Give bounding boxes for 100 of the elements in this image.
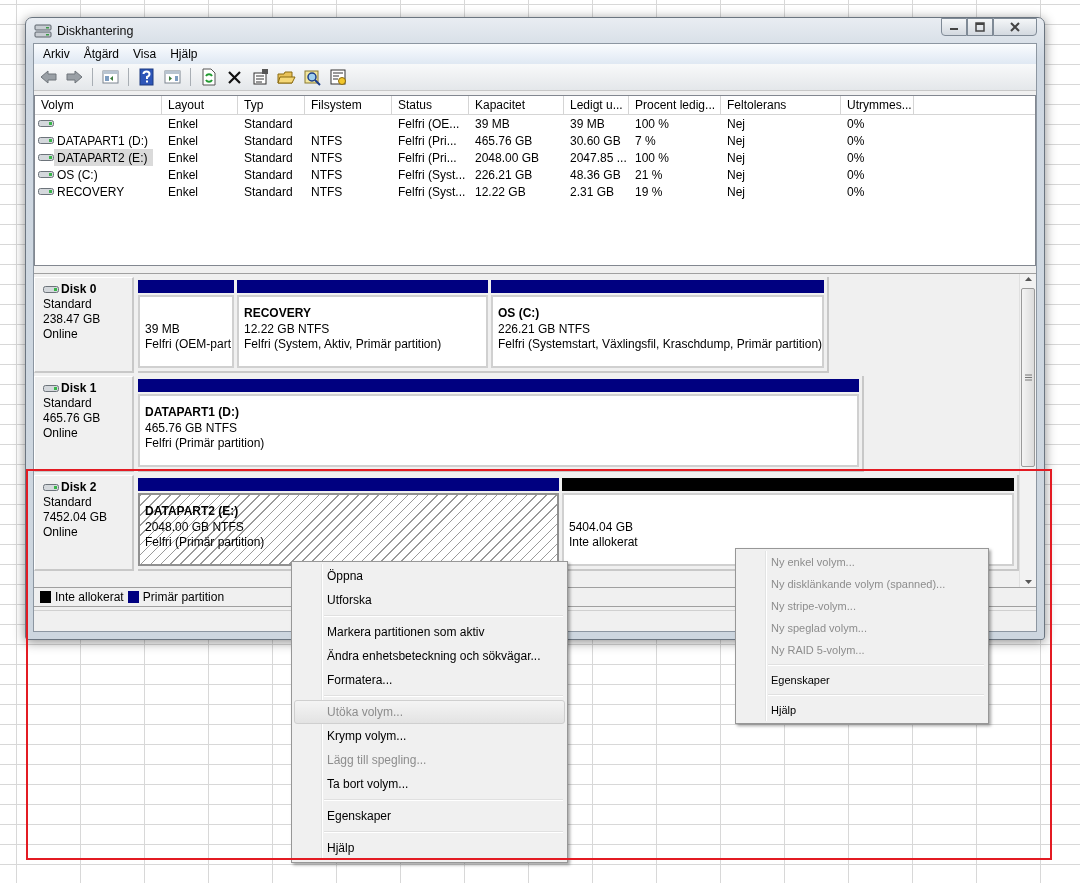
menu-item[interactable]: Formatera... <box>294 668 566 692</box>
folder-icon[interactable] <box>277 68 296 86</box>
menu-item[interactable]: Arkiv <box>36 47 77 61</box>
volume-name[interactable]: DATAPART2 (E:) <box>54 149 154 166</box>
menu-item[interactable]: Utforska <box>294 588 566 612</box>
disk-management-icon <box>34 22 52 39</box>
menu-item[interactable]: Visa <box>126 47 164 61</box>
close-button[interactable] <box>993 18 1037 36</box>
partition-block[interactable]: OS (C:) 226.21 GB NTFS Felfri (Systemstart, Växlingsfil, Kraschdump, Primär partition) <box>491 295 824 368</box>
table-cell-text: 226.21 GB <box>474 166 534 183</box>
minimize-button[interactable] <box>941 18 967 36</box>
menu-item[interactable]: Ta bort volym... <box>294 772 566 796</box>
table-cell-text: 0% <box>846 183 866 200</box>
table-cell-text: Felfri (Syst... <box>397 183 467 200</box>
table-cell-text: 48.36 GB <box>569 166 622 183</box>
disk-status: Online <box>43 525 79 540</box>
table-cell-text: 2048.00 GB <box>474 149 541 166</box>
table-cell-text: 100 % <box>634 149 671 166</box>
partition-name: OS (C:) <box>498 306 540 322</box>
partition-block[interactable]: DATAPART2 (E:) 2048.00 GB NTFS Felfri (Primär partition) <box>138 493 559 566</box>
drive-icon <box>38 118 54 129</box>
close-icon <box>1009 22 1021 32</box>
partition-size: 2048.00 GB NTFS <box>145 519 244 535</box>
table-cell-text: Enkel <box>167 166 200 183</box>
disk-type: Standard <box>43 495 93 510</box>
partition-name: DATAPART2 (E:) <box>145 504 239 520</box>
table-cell-text: Nej <box>726 115 746 132</box>
partition-size: 226.21 GB NTFS <box>498 321 591 337</box>
menu-item[interactable]: Åtgärd <box>76 47 127 61</box>
console-tree-icon[interactable] <box>101 68 120 86</box>
back-arrow-icon[interactable] <box>39 68 58 86</box>
table-cell-text: 7 % <box>634 132 657 149</box>
drive-icon <box>38 169 54 180</box>
action-pane-icon[interactable] <box>163 68 182 86</box>
partition-status: Felfri (System, Aktiv, Primär partition) <box>244 337 442 353</box>
disk-status: Online <box>43 327 79 342</box>
partition-block[interactable]: DATAPART1 (D:) 465.76 GB NTFS Felfri (Primär partition) <box>138 394 859 467</box>
forward-arrow-icon[interactable] <box>65 68 84 86</box>
disk-name: Disk 2 <box>61 480 97 495</box>
table-cell-text: 12.22 GB <box>474 183 527 200</box>
table-cell-text: 2047.85 ... <box>569 149 628 166</box>
partition-size: 39 MB <box>145 321 180 337</box>
table-cell-text: 21 % <box>634 166 664 183</box>
disk-size: 465.76 GB <box>43 411 102 426</box>
menu-item[interactable]: Markera partitionen som aktiv <box>294 620 566 644</box>
table-cell-text: Standard <box>243 132 294 149</box>
table-cell-text: Enkel <box>167 183 200 200</box>
disk-size: 7452.04 GB <box>43 510 109 525</box>
maximize-icon <box>974 22 986 32</box>
magnifier-icon[interactable] <box>303 68 322 86</box>
window-title: Diskhantering <box>57 23 134 38</box>
menu-item[interactable]: Hjälp <box>738 699 986 721</box>
table-cell-text: 465.76 GB <box>474 132 534 149</box>
table-cell-text: 0% <box>846 149 866 166</box>
menu-item[interactable]: Hjälp <box>294 836 566 860</box>
partition-size: 12.22 GB NTFS <box>244 321 330 337</box>
settings-icon[interactable] <box>329 68 348 86</box>
partition-status: Felfri (Primär partition) <box>145 535 265 551</box>
table-cell-text: Felfri (Pri... <box>397 149 458 166</box>
table-cell-text: Felfri (Pri... <box>397 132 458 149</box>
menu-item[interactable]: Krymp volym... <box>294 724 566 748</box>
disk-name: Disk 0 <box>61 282 97 297</box>
volume-name[interactable]: OS (C:) <box>54 166 104 183</box>
disk-type: Standard <box>43 297 93 312</box>
table-cell-text: Enkel <box>167 132 200 149</box>
menu-item[interactable]: Egenskaper <box>738 669 986 691</box>
partition-status: Felfri (OEM-part <box>145 337 231 353</box>
menu-item[interactable]: Egenskaper <box>294 804 566 828</box>
scrollbar-thumb[interactable] <box>1021 288 1035 467</box>
menu-item[interactable]: Hjälp <box>163 47 205 61</box>
grip-icon <box>1024 373 1032 381</box>
partition-block[interactable]: RECOVERY 12.22 GB NTFS Felfri (System, Aktiv, Primär partition) <box>237 295 488 368</box>
menu-item[interactable]: Öppna <box>294 564 566 588</box>
table-cell-text: NTFS <box>310 166 344 183</box>
table-cell-text: Standard <box>243 183 294 200</box>
table-cell-text: Nej <box>726 166 746 183</box>
properties-icon[interactable] <box>251 68 270 86</box>
volume-name[interactable]: RECOVERY <box>54 183 131 200</box>
maximize-button[interactable] <box>967 18 993 36</box>
disk-status: Online <box>43 426 79 441</box>
delete-icon[interactable] <box>225 68 244 86</box>
partition-size: 5404.04 GB <box>569 519 634 535</box>
vertical-scrollbar[interactable] <box>1019 274 1036 587</box>
partition-size: 465.76 GB NTFS <box>145 420 238 436</box>
scroll-down-icon <box>1023 577 1033 587</box>
help-icon[interactable] <box>137 68 156 86</box>
volume-name[interactable]: DATAPART1 (D:) <box>54 132 155 149</box>
drive-icon <box>38 186 54 197</box>
partition-block[interactable]: 39 MB Felfri (OEM-part <box>138 295 234 368</box>
partition-name: RECOVERY <box>244 306 311 322</box>
table-cell-text: Standard <box>243 115 294 132</box>
refresh-icon[interactable] <box>199 68 218 86</box>
partition-status: Felfri (Systemstart, Växlingsfil, Kraschdump, Primär partition) <box>498 337 822 353</box>
table-cell-text: Nej <box>726 149 746 166</box>
legend-label: Primär partition <box>142 590 225 604</box>
table-cell-text: 0% <box>846 115 866 132</box>
table-cell-text: 0% <box>846 166 866 183</box>
menu-item[interactable]: Ändra enhetsbeteckning och sökvägar... <box>294 644 566 668</box>
table-cell-text: Nej <box>726 132 746 149</box>
partition-status: Felfri (Primär partition) <box>145 436 265 452</box>
